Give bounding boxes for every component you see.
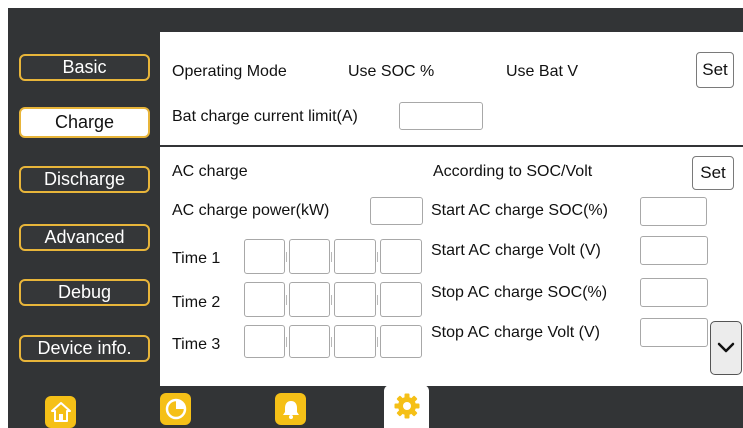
- time-2-end-hour-input[interactable]: [334, 282, 376, 317]
- time-1-start-minute-input[interactable]: [289, 239, 330, 274]
- set-button-label: Set: [700, 163, 726, 182]
- device-screen: Basic Charge Discharge Advanced Debug De…: [8, 8, 743, 428]
- sidebar-item-label: Basic: [62, 57, 107, 77]
- use-batv-option[interactable]: Use Bat V: [506, 63, 578, 81]
- sidebar-item-label: Device info.: [37, 338, 132, 358]
- sidebar-item-discharge[interactable]: Discharge: [19, 166, 150, 193]
- time-1-end-minute-input[interactable]: [380, 239, 422, 274]
- time-2-end-minute-input[interactable]: [380, 282, 422, 317]
- time-3-end-hour-input[interactable]: [334, 325, 376, 358]
- ac-charge-panel: AC charge According to SOC/Volt Set AC c…: [160, 147, 743, 386]
- sidebar-item-basic[interactable]: Basic: [19, 54, 150, 81]
- operating-mode-label: Operating Mode: [172, 63, 287, 80]
- time-1-start-hour-input[interactable]: [244, 239, 285, 274]
- time-3-start-minute-input[interactable]: [289, 325, 330, 358]
- time-1-label: Time 1: [172, 250, 221, 267]
- time-3-start-hour-input[interactable]: [244, 325, 285, 358]
- operating-mode-panel: Operating Mode Use SOC % Use Bat V Set B…: [160, 32, 743, 145]
- sidebar-item-label: Advanced: [44, 227, 125, 247]
- stop-ac-charge-volt-label: Stop AC charge Volt (V): [431, 324, 600, 341]
- stop-ac-charge-volt-input[interactable]: [640, 318, 708, 347]
- start-ac-charge-soc-label: Start AC charge SOC(%): [431, 202, 608, 219]
- time-3-end-minute-input[interactable]: [380, 325, 422, 358]
- pie-chart-icon[interactable]: [160, 393, 191, 425]
- sidebar-item-label: Debug: [57, 282, 112, 302]
- bat-charge-limit-label: Bat charge current limit(A): [172, 108, 358, 125]
- start-ac-charge-volt-label: Start AC charge Volt (V): [431, 242, 601, 259]
- ac-charge-power-input[interactable]: [370, 197, 423, 225]
- sidebar-item-advanced[interactable]: Advanced: [19, 224, 150, 251]
- sidebar-item-label: Discharge: [43, 169, 126, 189]
- ac-charge-power-label: AC charge power(kW): [172, 202, 330, 219]
- time-1-end-hour-input[interactable]: [334, 239, 376, 274]
- bat-charge-limit-input[interactable]: [399, 102, 483, 130]
- sidebar-item-charge[interactable]: Charge: [19, 107, 150, 138]
- time-2-start-hour-input[interactable]: [244, 282, 285, 317]
- sidebar-item-label: Charge: [54, 112, 115, 132]
- chevron-down-icon: [717, 342, 735, 353]
- bell-icon[interactable]: [275, 393, 306, 425]
- time-2-start-minute-input[interactable]: [289, 282, 330, 317]
- time-2-label: Time 2: [172, 294, 221, 311]
- scroll-down-button[interactable]: [710, 321, 742, 375]
- stop-ac-charge-soc-label: Stop AC charge SOC(%): [431, 284, 608, 301]
- ac-charge-mode-label[interactable]: According to SOC/Volt: [433, 163, 592, 181]
- set-button-label: Set: [702, 60, 728, 79]
- time-3-label: Time 3: [172, 336, 221, 353]
- gear-icon[interactable]: [391, 390, 422, 422]
- start-ac-charge-soc-input[interactable]: [640, 197, 707, 226]
- use-soc-option[interactable]: Use SOC %: [348, 63, 434, 81]
- ac-charge-set-button[interactable]: Set: [692, 156, 734, 190]
- operating-mode-set-button[interactable]: Set: [696, 52, 734, 88]
- home-icon[interactable]: [45, 396, 76, 428]
- sidebar-item-debug[interactable]: Debug: [19, 279, 150, 306]
- start-ac-charge-volt-input[interactable]: [640, 236, 708, 265]
- stop-ac-charge-soc-input[interactable]: [640, 278, 708, 307]
- ac-charge-label: AC charge: [172, 163, 248, 180]
- sidebar-item-device-info[interactable]: Device info.: [19, 335, 150, 362]
